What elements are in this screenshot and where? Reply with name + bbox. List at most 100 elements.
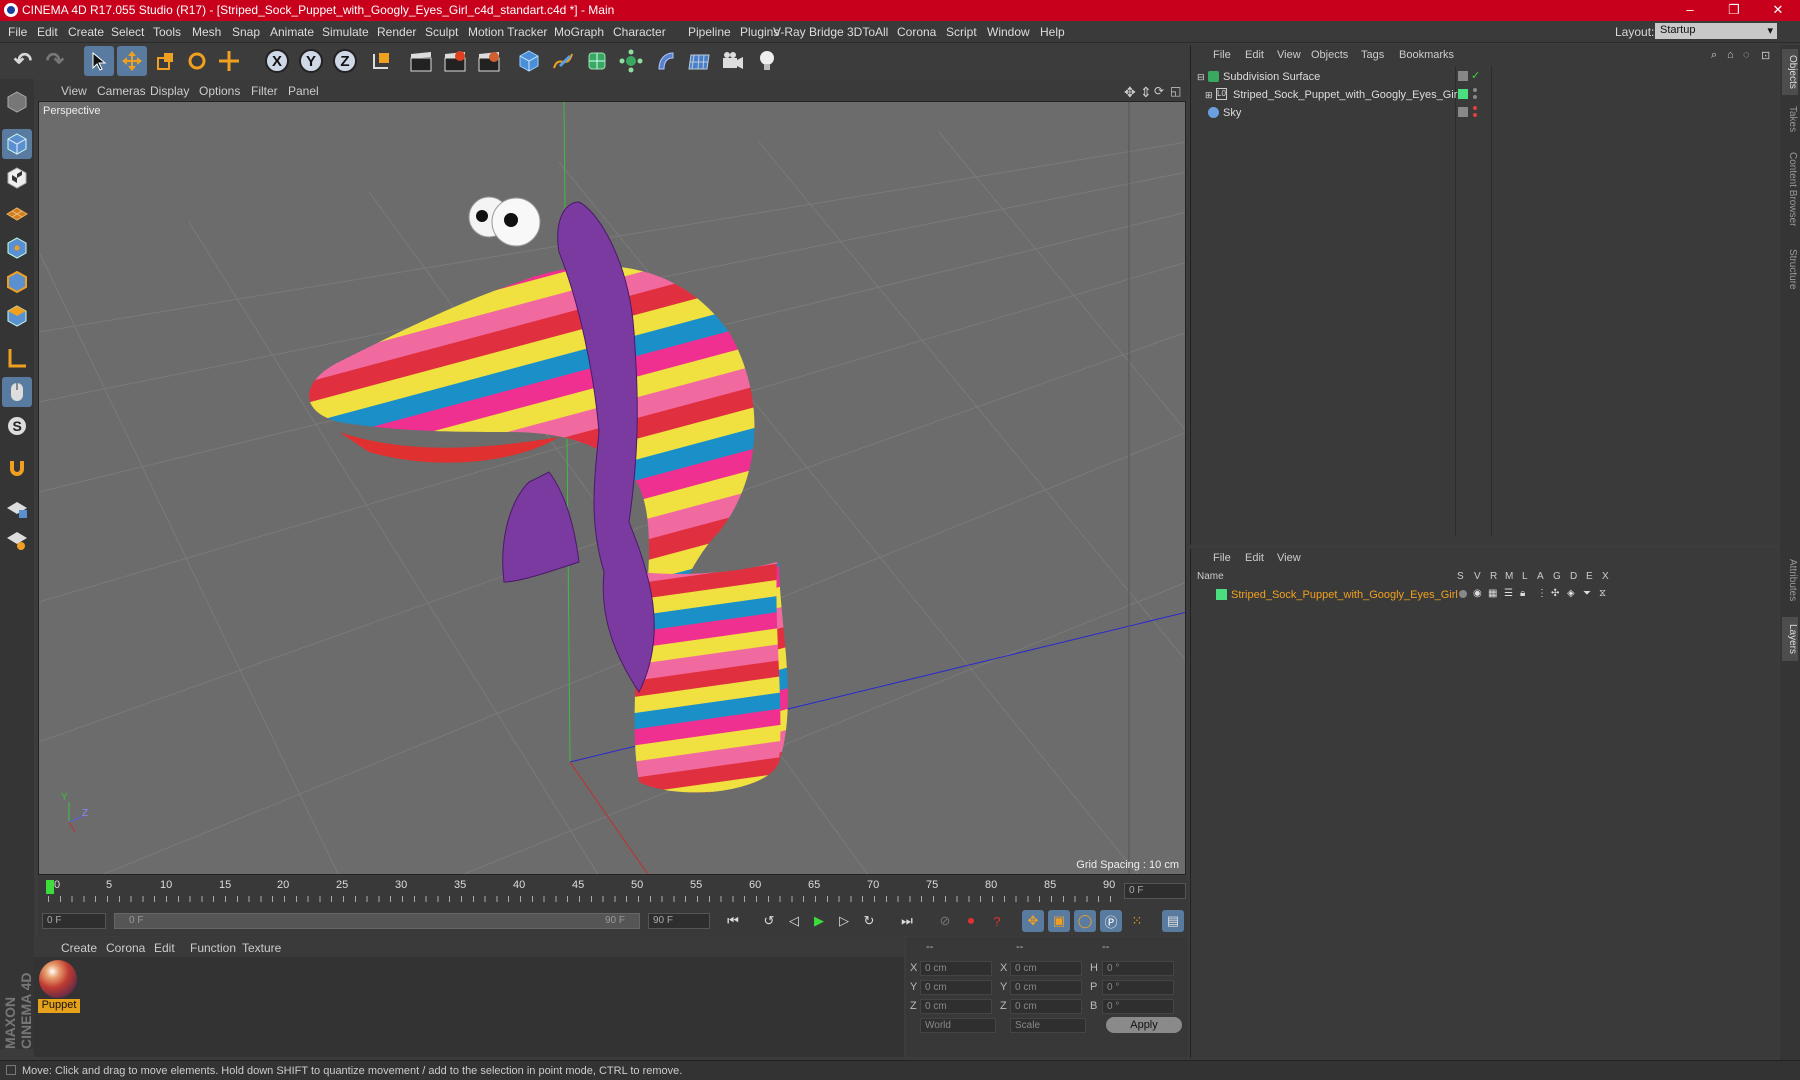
viewport-zoom-icon[interactable]: ⇕ xyxy=(1140,84,1152,101)
xref-icon[interactable]: ⧖ xyxy=(1599,588,1606,599)
scale-tool-button[interactable] xyxy=(150,46,180,76)
menu-mograph[interactable]: MoGraph xyxy=(554,25,604,39)
end-frame-field[interactable]: 90 F xyxy=(648,913,710,929)
object-row-subdivision-surface[interactable]: ⊟ Subdivision Surface ✓ xyxy=(1191,68,1779,86)
render-picture-viewer-button[interactable] xyxy=(440,46,470,76)
layer-color-swatch[interactable] xyxy=(1216,589,1227,600)
layer-color-swatch[interactable] xyxy=(1458,89,1468,99)
viewport-menu-panel[interactable]: Panel xyxy=(288,84,319,98)
material-menu-edit[interactable]: Edit xyxy=(154,941,175,955)
go-to-start-button[interactable]: ⏮ xyxy=(722,910,744,932)
viewport-menu-display[interactable]: Display xyxy=(150,84,189,98)
viewport-menu-view[interactable]: View xyxy=(61,84,87,98)
current-frame-marker[interactable] xyxy=(46,880,54,894)
tweak-mode-button[interactable] xyxy=(2,377,32,407)
layer-name[interactable]: Striped_Sock_Puppet_with_Googly_Eyes_Gir… xyxy=(1231,589,1458,601)
expression-icon[interactable]: ⏷ xyxy=(1583,588,1591,599)
viewport-menu-filter[interactable]: Filter xyxy=(251,84,278,98)
eye-icon[interactable]: ◉ xyxy=(1473,588,1482,599)
deformer-icon[interactable]: ◈ xyxy=(1567,588,1575,599)
menu-file[interactable]: File xyxy=(8,25,27,39)
render-view-button[interactable] xyxy=(406,46,436,76)
menu-motion-tracker[interactable]: Motion Tracker xyxy=(468,25,547,39)
rotation-b-field[interactable]: 0 ° xyxy=(1102,999,1174,1014)
subdivision-surface-button[interactable] xyxy=(582,46,612,76)
tab-attributes[interactable]: Attributes xyxy=(1782,550,1798,610)
bookmark-icon[interactable]: ◌ xyxy=(1743,49,1750,61)
home-icon[interactable]: ⌂ xyxy=(1727,49,1734,61)
search-icon[interactable]: ⌕ xyxy=(1711,49,1717,62)
cube-object-button[interactable] xyxy=(514,46,544,76)
enabled-check-icon[interactable]: ✓ xyxy=(1471,69,1480,82)
autokey-button[interactable]: ? xyxy=(986,910,1008,932)
animation-icon[interactable]: ⋮ xyxy=(1537,588,1547,599)
viewport-menu-cameras[interactable]: Cameras xyxy=(97,84,146,98)
render-dot-icon[interactable] xyxy=(1473,113,1477,117)
size-mode-select[interactable]: Scale xyxy=(1010,1018,1086,1033)
menu-vray-bridge[interactable]: V-Ray Bridge xyxy=(773,25,844,39)
obj-menu-objects[interactable]: Objects xyxy=(1311,49,1348,61)
points-mode-button[interactable] xyxy=(2,233,32,263)
editor-dot-icon[interactable] xyxy=(1473,88,1477,92)
menu-create[interactable]: Create xyxy=(68,25,104,39)
menu-window[interactable]: Window xyxy=(987,25,1030,39)
position-x-field[interactable]: 0 cm xyxy=(920,961,992,976)
timeline-ruler[interactable]: 0 5 10 15 20 25 30 35 40 45 50 55 60 65 … xyxy=(38,876,1188,906)
camera-object-button[interactable] xyxy=(718,46,748,76)
rotate-tool-button[interactable] xyxy=(182,46,212,76)
maximize-button[interactable]: ❐ xyxy=(1712,0,1756,21)
render-settings-button[interactable] xyxy=(474,46,504,76)
layer-menu-view[interactable]: View xyxy=(1277,552,1301,564)
manager-icon[interactable]: ☰ xyxy=(1504,588,1513,599)
layer-menu-file[interactable]: File xyxy=(1213,552,1231,564)
array-mograph-button[interactable] xyxy=(616,46,646,76)
layer-menu-edit[interactable]: Edit xyxy=(1245,552,1264,564)
key-position-button[interactable]: ✥ xyxy=(1022,910,1044,932)
current-frame-field[interactable]: 0 F xyxy=(1124,883,1186,899)
material-menu-create[interactable]: Create xyxy=(61,941,97,955)
tab-layers[interactable]: Layers xyxy=(1782,617,1798,661)
key-parameter-button[interactable]: Ⓟ xyxy=(1100,910,1122,932)
record-keys-off-button[interactable]: ⊘ xyxy=(934,910,956,932)
menu-render[interactable]: Render xyxy=(377,25,416,39)
render-dot-icon[interactable] xyxy=(1473,95,1477,99)
previous-key-button[interactable]: ↺ xyxy=(758,910,780,932)
menu-3dtoall[interactable]: 3DToAll xyxy=(847,25,888,39)
material-preview-ball[interactable] xyxy=(39,960,77,998)
floor-object-button[interactable] xyxy=(684,46,714,76)
timeline-window-button[interactable]: ▤ xyxy=(1162,910,1184,932)
size-y-field[interactable]: 0 cm xyxy=(1010,980,1082,995)
frame-range-slider[interactable]: 0 F 90 F xyxy=(114,913,640,929)
obj-menu-file[interactable]: File xyxy=(1213,49,1231,61)
rotation-p-field[interactable]: 0 ° xyxy=(1102,980,1174,995)
start-frame-field[interactable]: 0 F xyxy=(42,913,106,929)
next-frame-button[interactable]: ▷ xyxy=(833,910,855,932)
menu-sculpt[interactable]: Sculpt xyxy=(425,25,458,39)
panel-expand-icon[interactable]: ⊡ xyxy=(1761,49,1770,62)
visibility-toggle-icon[interactable] xyxy=(1458,71,1468,81)
texture-mode-button[interactable] xyxy=(2,163,32,193)
coordinate-mode-select[interactable]: World xyxy=(920,1018,996,1033)
tab-structure[interactable]: Structure xyxy=(1782,241,1798,297)
menu-animate[interactable]: Animate xyxy=(270,25,314,39)
tab-content-browser[interactable]: Content Browser xyxy=(1782,143,1798,235)
apply-button[interactable]: Apply xyxy=(1106,1017,1182,1033)
size-z-field[interactable]: 0 cm xyxy=(1010,999,1082,1014)
editor-dot-icon[interactable] xyxy=(1473,106,1477,110)
model-mode-button[interactable] xyxy=(2,129,32,159)
menu-simulate[interactable]: Simulate xyxy=(322,25,369,39)
material-name-label[interactable]: Puppet xyxy=(38,999,80,1013)
workplane-lock-button[interactable] xyxy=(2,493,32,523)
redo-button[interactable]: ↷ xyxy=(40,46,70,76)
menu-help[interactable]: Help xyxy=(1040,25,1065,39)
polygons-mode-button[interactable] xyxy=(2,301,32,331)
menu-mesh[interactable]: Mesh xyxy=(192,25,221,39)
key-pla-button[interactable]: ⁙ xyxy=(1126,910,1148,932)
menu-snap[interactable]: Snap xyxy=(232,25,260,39)
record-button[interactable]: ⏺ xyxy=(960,910,982,932)
menu-select[interactable]: Select xyxy=(111,25,144,39)
obj-menu-tags[interactable]: Tags xyxy=(1361,49,1384,61)
render-icon[interactable]: ▦ xyxy=(1488,588,1497,599)
go-to-end-button[interactable]: ⏭ xyxy=(896,910,918,932)
solo-toggle-icon[interactable] xyxy=(1459,590,1467,598)
